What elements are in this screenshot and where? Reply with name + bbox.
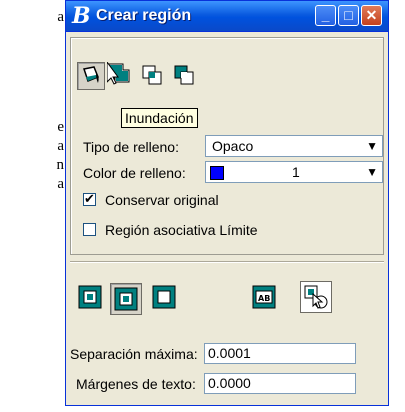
maximize-icon: □ xyxy=(344,7,353,23)
region-options-panel: Inundación Tipo de relleno: Opaco ▼ Colo… xyxy=(70,37,384,255)
keep-original-label[interactable]: Conservar original xyxy=(105,191,219,209)
region-inner-icon xyxy=(152,285,176,309)
fill-type-label: Tipo de relleno: xyxy=(83,139,179,155)
union-icon xyxy=(106,60,130,85)
associative-region-checkbox[interactable] xyxy=(83,223,96,236)
keep-original-checkbox[interactable]: ✔ xyxy=(83,191,96,206)
fill-color-label: Color de relleno: xyxy=(83,165,186,181)
close-button[interactable]: ✕ xyxy=(361,5,382,26)
associative-region-label[interactable]: Región asociativa Límite xyxy=(105,221,258,239)
window-title: Crear región xyxy=(96,7,192,24)
gap-options-panel: AB Separación máxima: 0.0001 Márgenes de… xyxy=(70,267,384,401)
mode-outer-button[interactable] xyxy=(76,283,104,311)
background-text-line: a xyxy=(57,9,64,25)
flood-icon xyxy=(83,66,99,83)
check-icon: ✔ xyxy=(84,191,95,206)
svg-text:AB: AB xyxy=(258,294,270,303)
text-margin-value: 0.0000 xyxy=(208,375,251,391)
divider xyxy=(70,261,384,263)
close-icon: ✕ xyxy=(365,7,378,23)
flood-method-button[interactable] xyxy=(77,62,105,90)
minimize-button[interactable]: _ xyxy=(315,5,336,26)
max-gap-label: Separación máxima: xyxy=(70,346,198,362)
title-bar[interactable]: B Crear región _ □ ✕ xyxy=(66,1,388,32)
crear-region-dialog: B Crear región _ □ ✕ Inundación Tipo de … xyxy=(65,0,389,406)
region-outer-icon xyxy=(78,285,102,309)
select-elements-icon xyxy=(304,285,328,309)
intersection-method-button[interactable] xyxy=(139,62,167,90)
intersection-icon xyxy=(142,65,162,85)
background-text-line: a xyxy=(57,176,64,192)
color-swatch xyxy=(210,166,224,180)
max-gap-value: 0.0001 xyxy=(208,345,251,361)
select-elements-button[interactable] xyxy=(300,281,332,313)
fill-type-select[interactable]: Opaco ▼ xyxy=(205,135,383,157)
tooltip: Inundación xyxy=(121,108,198,128)
mode-inner-button[interactable] xyxy=(150,283,178,311)
difference-icon xyxy=(174,65,194,85)
mode-middle-button[interactable] xyxy=(110,283,142,315)
chevron-down-icon: ▼ xyxy=(366,165,378,179)
region-middle-icon xyxy=(114,287,138,311)
minimize-icon: _ xyxy=(321,7,330,23)
union-method-button[interactable] xyxy=(106,60,135,90)
maximize-button[interactable]: □ xyxy=(338,5,359,26)
fill-color-select[interactable]: 1 ▼ xyxy=(205,161,383,183)
text-box-button[interactable]: AB xyxy=(250,283,278,311)
difference-method-button[interactable] xyxy=(171,62,199,90)
fill-type-value: Opaco xyxy=(212,138,254,154)
text-margin-input[interactable]: 0.0000 xyxy=(204,373,356,394)
max-gap-input[interactable]: 0.0001 xyxy=(204,343,356,364)
chevron-down-icon: ▼ xyxy=(366,139,378,153)
app-logo-icon: B xyxy=(72,3,91,29)
text-ab-icon: AB xyxy=(252,285,276,309)
text-margin-label: Márgenes de texto: xyxy=(76,376,196,392)
fill-color-value: 1 xyxy=(292,164,300,180)
